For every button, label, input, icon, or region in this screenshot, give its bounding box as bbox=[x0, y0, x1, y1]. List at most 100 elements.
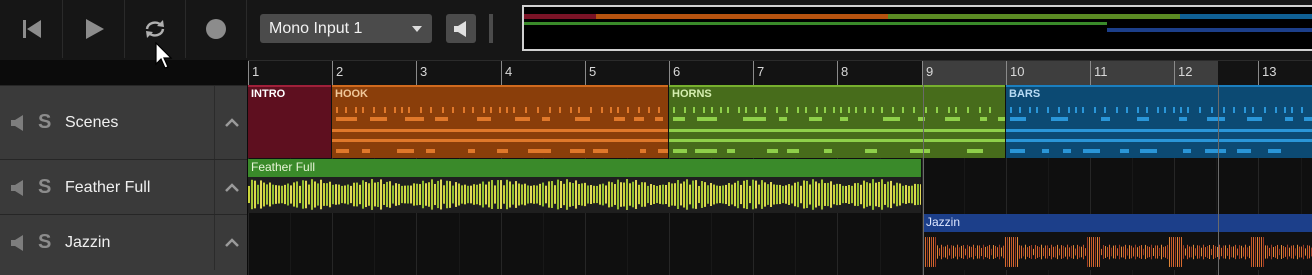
waveform-bar bbox=[473, 184, 475, 205]
waveform-bar bbox=[551, 181, 553, 208]
audio-clip-feather-full[interactable]: Feather Full bbox=[248, 159, 921, 213]
chevron-up-icon bbox=[224, 118, 239, 127]
scene-clip-hook[interactable]: HOOK bbox=[332, 85, 668, 158]
loop-end-marker bbox=[1218, 85, 1219, 275]
waveform-bar bbox=[875, 182, 877, 207]
midi-note bbox=[1207, 117, 1225, 121]
waveform-bar bbox=[578, 183, 580, 206]
midi-note bbox=[490, 107, 492, 113]
waveform-bar bbox=[314, 181, 316, 208]
monitor-speaker-button[interactable] bbox=[446, 14, 476, 43]
midi-note bbox=[570, 149, 585, 153]
track-header-jazzin[interactable]: S Jazzin bbox=[0, 214, 247, 270]
input-select[interactable]: Mono Input 1 bbox=[260, 14, 432, 43]
waveform-bar bbox=[1191, 246, 1192, 258]
waveform-bar bbox=[1145, 244, 1146, 260]
waveform-bar bbox=[983, 244, 984, 260]
waveform-bar bbox=[428, 182, 430, 207]
solo-button[interactable]: S bbox=[38, 176, 51, 199]
midi-note bbox=[805, 107, 807, 113]
midi-note bbox=[669, 139, 1005, 142]
overview-scene-bars bbox=[1180, 14, 1312, 19]
waveform-bar bbox=[1279, 248, 1280, 256]
waveform-bar bbox=[554, 185, 556, 204]
play-button[interactable] bbox=[64, 0, 125, 58]
loop-icon bbox=[145, 20, 165, 38]
waveform-bar bbox=[1207, 246, 1208, 258]
waveform-bar bbox=[953, 245, 954, 259]
waveform-bar bbox=[1023, 247, 1024, 257]
midi-note bbox=[397, 149, 414, 153]
waveform-bar bbox=[251, 179, 253, 210]
midi-note bbox=[703, 107, 705, 113]
midi-note bbox=[1301, 107, 1303, 113]
waveform-bar bbox=[1273, 246, 1274, 258]
waveform-bar bbox=[1195, 248, 1196, 256]
waveform-bar bbox=[806, 180, 808, 209]
waveform-bar bbox=[656, 185, 658, 204]
waveform-bar bbox=[1241, 245, 1242, 259]
midi-note bbox=[1010, 149, 1025, 153]
mute-speaker-icon[interactable] bbox=[10, 114, 26, 132]
scene-clip-bars[interactable]: BARS bbox=[1006, 85, 1312, 158]
waveform-bar bbox=[1189, 246, 1190, 258]
waveform-bar bbox=[623, 182, 625, 207]
scene-label: INTRO bbox=[251, 88, 286, 100]
waveform-bar bbox=[947, 244, 948, 260]
track-header-scenes[interactable]: S Scenes bbox=[0, 85, 247, 159]
waveform-bar bbox=[1073, 245, 1074, 259]
midi-note bbox=[648, 107, 650, 113]
ruler-tick bbox=[416, 61, 417, 85]
waveform-bar bbox=[614, 184, 616, 205]
track-header-feather-full[interactable]: S Feather Full bbox=[0, 159, 247, 214]
waveform-bar bbox=[1103, 245, 1104, 259]
midi-note bbox=[720, 107, 722, 113]
waveform-bar bbox=[1039, 246, 1040, 258]
waveform-bar bbox=[800, 185, 802, 204]
collapse-track-button[interactable] bbox=[214, 215, 248, 270]
skip-back-button[interactable] bbox=[2, 0, 63, 58]
collapse-track-button[interactable] bbox=[214, 86, 248, 159]
midi-note bbox=[1137, 107, 1139, 113]
midi-note bbox=[542, 117, 550, 121]
arrangement-overview[interactable] bbox=[522, 5, 1312, 51]
waveform-bar bbox=[674, 183, 676, 206]
waveform-bar bbox=[1049, 248, 1050, 256]
waveform-bar bbox=[632, 181, 634, 208]
waveform-bar bbox=[713, 184, 715, 205]
arrangement-lanes[interactable]: INTRO HOOK HORNS BARS Feather Full Jazzi… bbox=[248, 85, 1312, 275]
midi-note bbox=[910, 149, 930, 153]
waveform-bar bbox=[1269, 247, 1270, 257]
mute-speaker-icon[interactable] bbox=[10, 179, 26, 197]
waveform-bar bbox=[668, 182, 670, 207]
midi-note bbox=[1082, 107, 1084, 113]
waveform-bar bbox=[1289, 247, 1290, 257]
solo-button[interactable]: S bbox=[38, 231, 51, 254]
midi-note bbox=[727, 149, 735, 153]
waveform bbox=[248, 179, 921, 210]
waveform-bar bbox=[902, 185, 904, 204]
scene-clip-horns[interactable]: HORNS bbox=[669, 85, 1005, 158]
waveform-bar bbox=[963, 245, 964, 259]
midi-note bbox=[1068, 107, 1070, 113]
waveform-bar bbox=[1089, 237, 1090, 267]
record-button[interactable] bbox=[186, 0, 247, 58]
waveform-bar bbox=[332, 184, 334, 205]
track-header-next bbox=[0, 270, 247, 275]
waveform-bar bbox=[434, 183, 436, 206]
waveform-bar bbox=[1001, 247, 1002, 257]
waveform-bar bbox=[993, 245, 994, 259]
waveform-bar bbox=[695, 180, 697, 209]
waveform-bar bbox=[927, 237, 928, 267]
collapse-track-button[interactable] bbox=[214, 160, 248, 214]
waveform-bar bbox=[1081, 246, 1082, 258]
toolbar: Mono Input 1 bbox=[0, 0, 1312, 69]
waveform-bar bbox=[350, 185, 352, 204]
waveform-bar bbox=[999, 244, 1000, 260]
audio-clip-jazzin[interactable]: Jazzin bbox=[923, 214, 1312, 270]
timeline-ruler[interactable]: 1 2 3 4 5 6 7 8 9 10 11 12 13 bbox=[248, 60, 1312, 85]
solo-button[interactable]: S bbox=[38, 111, 51, 134]
mute-speaker-icon[interactable] bbox=[10, 234, 26, 252]
scene-clip-intro[interactable]: INTRO bbox=[248, 85, 331, 158]
waveform-bar bbox=[266, 184, 268, 205]
